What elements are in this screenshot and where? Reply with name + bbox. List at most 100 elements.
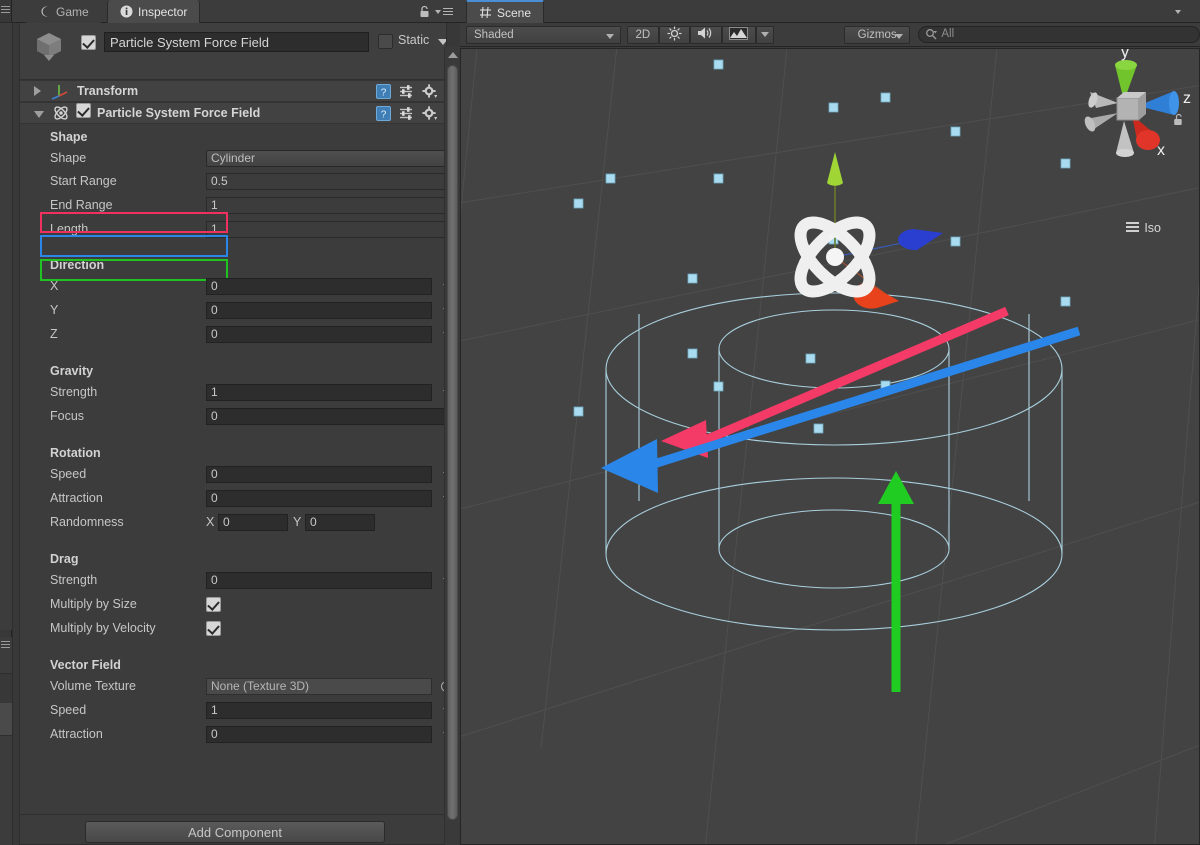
- gameobject-enabled-checkbox[interactable]: [81, 35, 96, 50]
- inspector-tabbar: Game Inspector: [12, 0, 460, 23]
- tab-scene[interactable]: Scene: [466, 0, 545, 23]
- transform-axis-icon: [49, 82, 69, 100]
- row-rotation-speed: Speed 0: [20, 463, 446, 487]
- left-dock-menu-icon-2[interactable]: [1, 641, 10, 648]
- unity-editor-window: Game Inspector Particle System Force Fie…: [0, 0, 1200, 845]
- row-gravity-strength-label: Strength: [50, 385, 98, 399]
- sun-icon: [667, 26, 682, 44]
- toggle-2d[interactable]: 2D: [626, 25, 659, 44]
- section-rotation-title: Rotation: [50, 446, 101, 460]
- gear-icon[interactable]: [422, 84, 438, 104]
- panel-menu-icon[interactable]: [435, 7, 453, 17]
- gizmos-label: Gizmos: [857, 28, 897, 41]
- gear-icon[interactable]: [422, 106, 438, 126]
- start-range-input[interactable]: 0.5: [206, 173, 446, 190]
- add-component-button[interactable]: Add Component: [85, 821, 385, 843]
- chevron-down-icon: [760, 32, 769, 37]
- toggle-audio[interactable]: [689, 25, 722, 44]
- gameobject-name-input[interactable]: Particle System Force Field: [104, 32, 369, 52]
- row-rotation-attraction-label: Attraction: [50, 491, 103, 505]
- scene-toolbar: Shaded 2D Gizmos All: [460, 23, 1200, 47]
- vector-attraction-input[interactable]: 0: [206, 726, 432, 743]
- inspector-scrollbar[interactable]: [444, 47, 459, 845]
- left-dock-menu-icon[interactable]: [1, 6, 10, 13]
- left-dock-strip[interactable]: [0, 0, 12, 845]
- help-book-icon[interactable]: ?: [376, 106, 391, 126]
- toggle-2d-label: 2D: [635, 28, 651, 41]
- chevron-right-icon[interactable]: [34, 86, 41, 96]
- section-vector-field-title: Vector Field: [50, 658, 121, 672]
- component-force-field-enabled-checkbox[interactable]: [76, 103, 91, 123]
- multiply-by-size-checkbox[interactable]: [206, 597, 221, 612]
- gizmo-axis-z-label: z: [1183, 90, 1191, 107]
- toggle-effects[interactable]: [721, 25, 756, 44]
- image-effects-icon: [729, 26, 749, 43]
- row-rotation-speed-label: Speed: [50, 467, 87, 481]
- chevron-down-icon[interactable]: [34, 111, 44, 118]
- gravity-focus-input[interactable]: 0: [206, 408, 446, 425]
- direction-y-input[interactable]: 0: [206, 302, 432, 319]
- row-multiply-by-velocity: Multiply by Velocity: [20, 617, 446, 641]
- row-start-range: Start Range 0.5: [20, 170, 446, 194]
- scene-orientation-gizmo: y z x: [1084, 49, 1191, 159]
- draw-mode-dropdown[interactable]: Shaded: [466, 25, 621, 44]
- randomness-x-label: X: [206, 515, 215, 529]
- scene-viewport[interactable]: y z x Iso: [460, 48, 1200, 845]
- rotation-speed-input[interactable]: 0: [206, 466, 432, 483]
- toggle-lighting[interactable]: [658, 25, 690, 44]
- row-multiply-by-size: Multiply by Size: [20, 593, 446, 617]
- row-drag-strength: Strength 0: [20, 569, 446, 593]
- gravity-strength-input[interactable]: 1: [206, 384, 432, 401]
- row-direction-y-label: Y: [50, 303, 59, 317]
- component-force-field-buttons: ?: [376, 106, 438, 126]
- section-direction-title: Direction: [50, 258, 105, 272]
- tab-inspector-label: Inspector: [138, 4, 188, 19]
- static-label: Static: [398, 33, 430, 47]
- scene-grid: [461, 49, 1199, 844]
- left-dock-section-1: [0, 22, 12, 630]
- scroll-up-icon[interactable]: [448, 52, 458, 58]
- panel-menu-icon[interactable]: [1175, 7, 1193, 17]
- direction-x-input[interactable]: 0: [206, 278, 432, 295]
- preset-icon[interactable]: [399, 106, 414, 126]
- randomness-y-input[interactable]: 0: [305, 514, 375, 531]
- row-start-range-label: Start Range: [50, 174, 117, 188]
- scene-projection-label[interactable]: Iso: [1126, 221, 1161, 235]
- component-transform-buttons: ?: [376, 84, 438, 104]
- add-component-area: Add Component: [20, 814, 446, 844]
- atom-icon: [52, 104, 72, 122]
- effects-dropdown[interactable]: [755, 25, 774, 44]
- volume-texture-object-field[interactable]: None (Texture 3D): [206, 678, 432, 695]
- search-placeholder-text: All: [941, 28, 955, 40]
- vector-speed-input[interactable]: 1: [206, 702, 432, 719]
- gizmos-dropdown[interactable]: Gizmos: [843, 25, 911, 44]
- lock-icon[interactable]: [419, 5, 430, 18]
- row-gravity-focus: Focus 0: [20, 405, 446, 429]
- multiply-by-velocity-checkbox[interactable]: [206, 621, 221, 636]
- tab-game[interactable]: Game: [26, 0, 101, 23]
- rotation-attraction-input[interactable]: 0: [206, 490, 432, 507]
- direction-z-input[interactable]: 0: [206, 326, 432, 343]
- info-icon: [120, 5, 133, 18]
- row-multiply-by-velocity-label: Multiply by Velocity: [50, 621, 156, 635]
- static-dropdown-arrow[interactable]: [438, 39, 446, 45]
- component-force-field-label: Particle System Force Field: [97, 106, 261, 120]
- randomness-x-input[interactable]: 0: [218, 514, 288, 531]
- projection-value: Iso: [1144, 221, 1161, 235]
- shape-dropdown[interactable]: Cylinder: [206, 150, 446, 167]
- row-length-label: Length: [50, 222, 89, 236]
- gizmo-lock-icon[interactable]: [1173, 113, 1185, 127]
- static-checkbox[interactable]: [378, 34, 393, 49]
- tab-inspector[interactable]: Inspector: [107, 0, 201, 23]
- component-force-field-header[interactable]: Particle System Force Field ?: [20, 102, 446, 124]
- drag-strength-input[interactable]: 0: [206, 572, 432, 589]
- end-range-input[interactable]: 1: [206, 197, 446, 214]
- help-book-icon[interactable]: ?: [376, 84, 391, 104]
- scene-3d-content: y z x: [461, 49, 1199, 844]
- search-input[interactable]: All: [918, 26, 1200, 43]
- length-input[interactable]: 1: [206, 221, 446, 238]
- preset-icon[interactable]: [399, 84, 414, 104]
- gizmo-axis-x-label: x: [1157, 142, 1165, 159]
- component-transform-header[interactable]: Transform ?: [20, 80, 446, 102]
- inspector-scrollbar-thumb[interactable]: [447, 65, 458, 820]
